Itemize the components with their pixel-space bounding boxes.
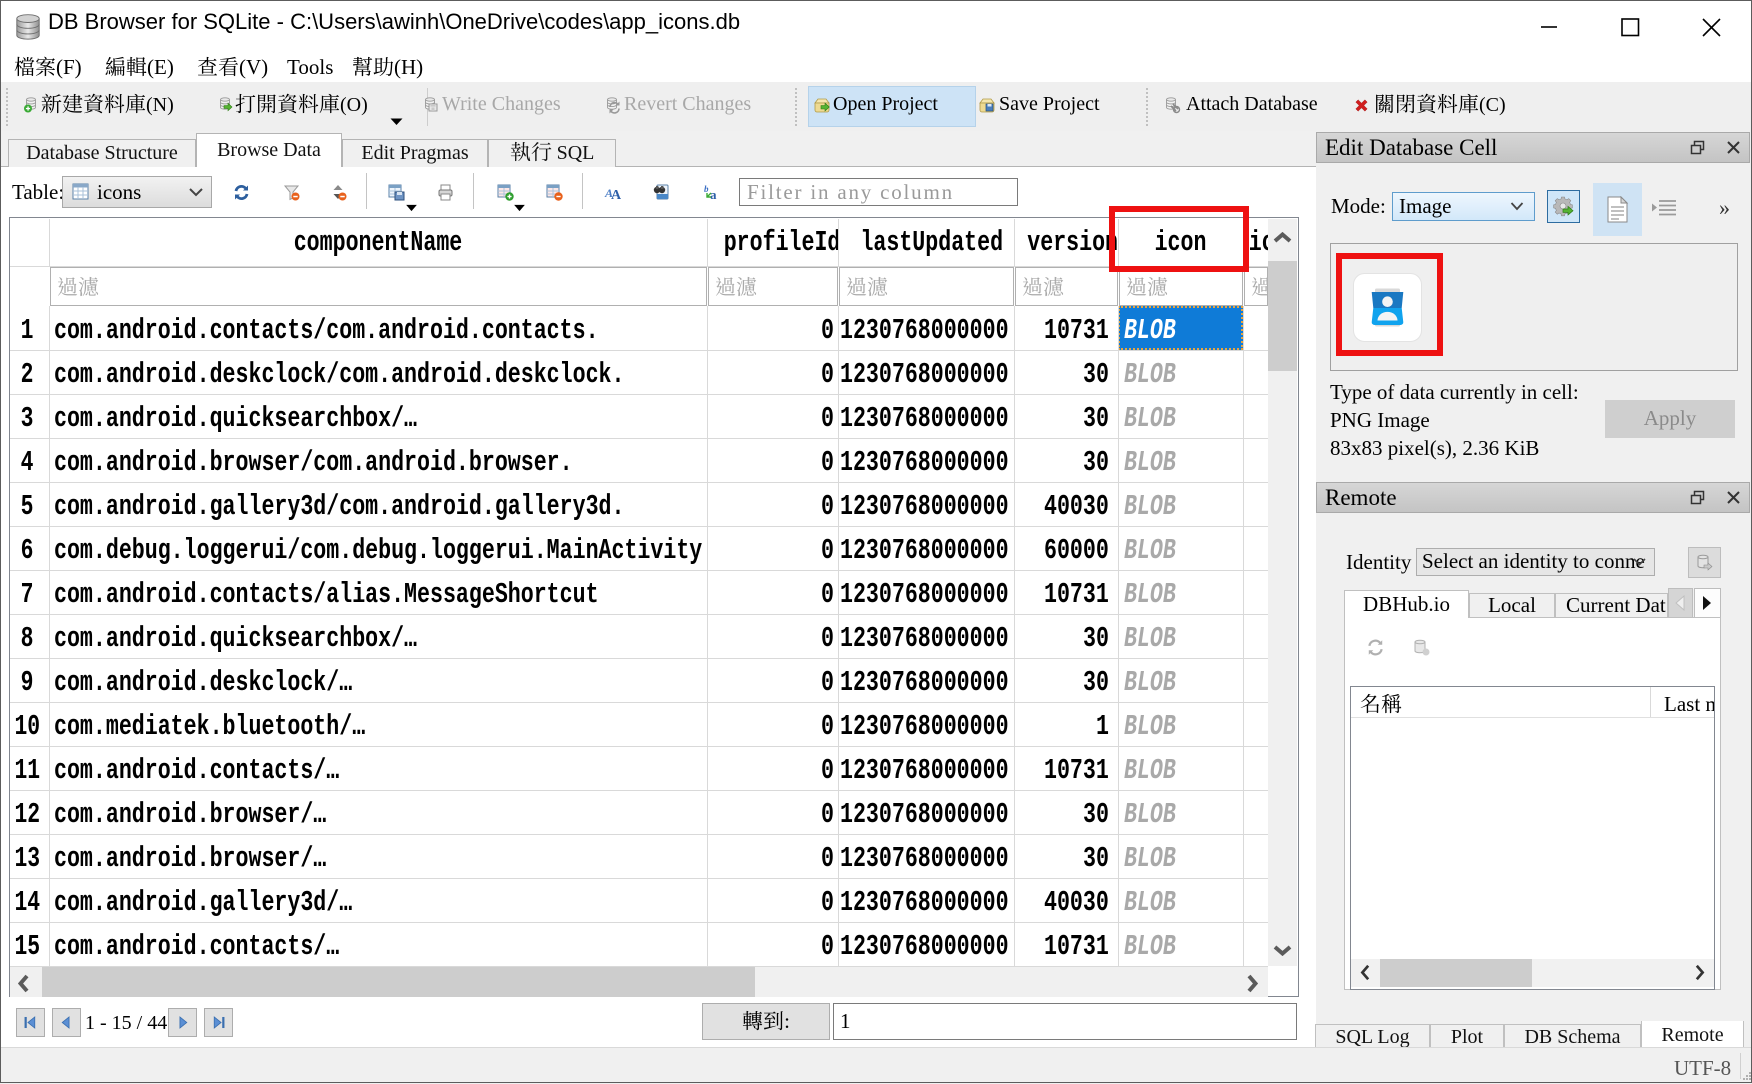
svg-text:A: A: [611, 188, 621, 201]
svg-text:b: b: [704, 184, 709, 194]
svg-text:a: a: [710, 187, 717, 201]
